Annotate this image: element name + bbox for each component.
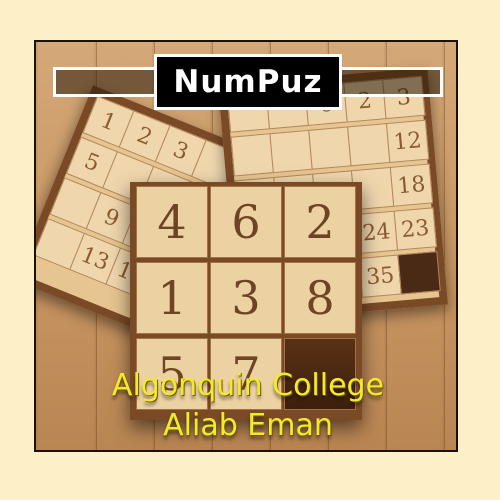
back-board-tile — [230, 133, 274, 177]
puzzle-tile[interactable]: 4 — [136, 186, 208, 258]
puzzle-tile[interactable]: 8 — [284, 262, 356, 334]
back-board-tile: 18 — [389, 163, 434, 207]
back-board-tile — [347, 123, 391, 167]
back-board-tile — [397, 251, 441, 295]
credit-college: Algonquin College — [111, 368, 385, 403]
back-board-tile: 35 — [358, 254, 402, 298]
back-board-tile: 23 — [393, 207, 437, 251]
puzzle-tile[interactable]: 6 — [210, 186, 282, 258]
puzzle-tile[interactable]: 1 — [136, 262, 208, 334]
game-title: NumPuz — [173, 64, 323, 100]
back-board-tile — [269, 129, 313, 174]
title-box: NumPuz — [154, 54, 342, 110]
back-board-tile — [308, 126, 352, 170]
puzzle-tile[interactable]: 2 — [284, 186, 356, 258]
credit-author: Aliab Eman — [163, 408, 333, 443]
puzzle-tile[interactable]: 3 — [210, 262, 282, 334]
back-board-tile: 12 — [385, 119, 430, 163]
game-artwork: 123591314 62312910111816172423302935 462… — [34, 40, 458, 452]
